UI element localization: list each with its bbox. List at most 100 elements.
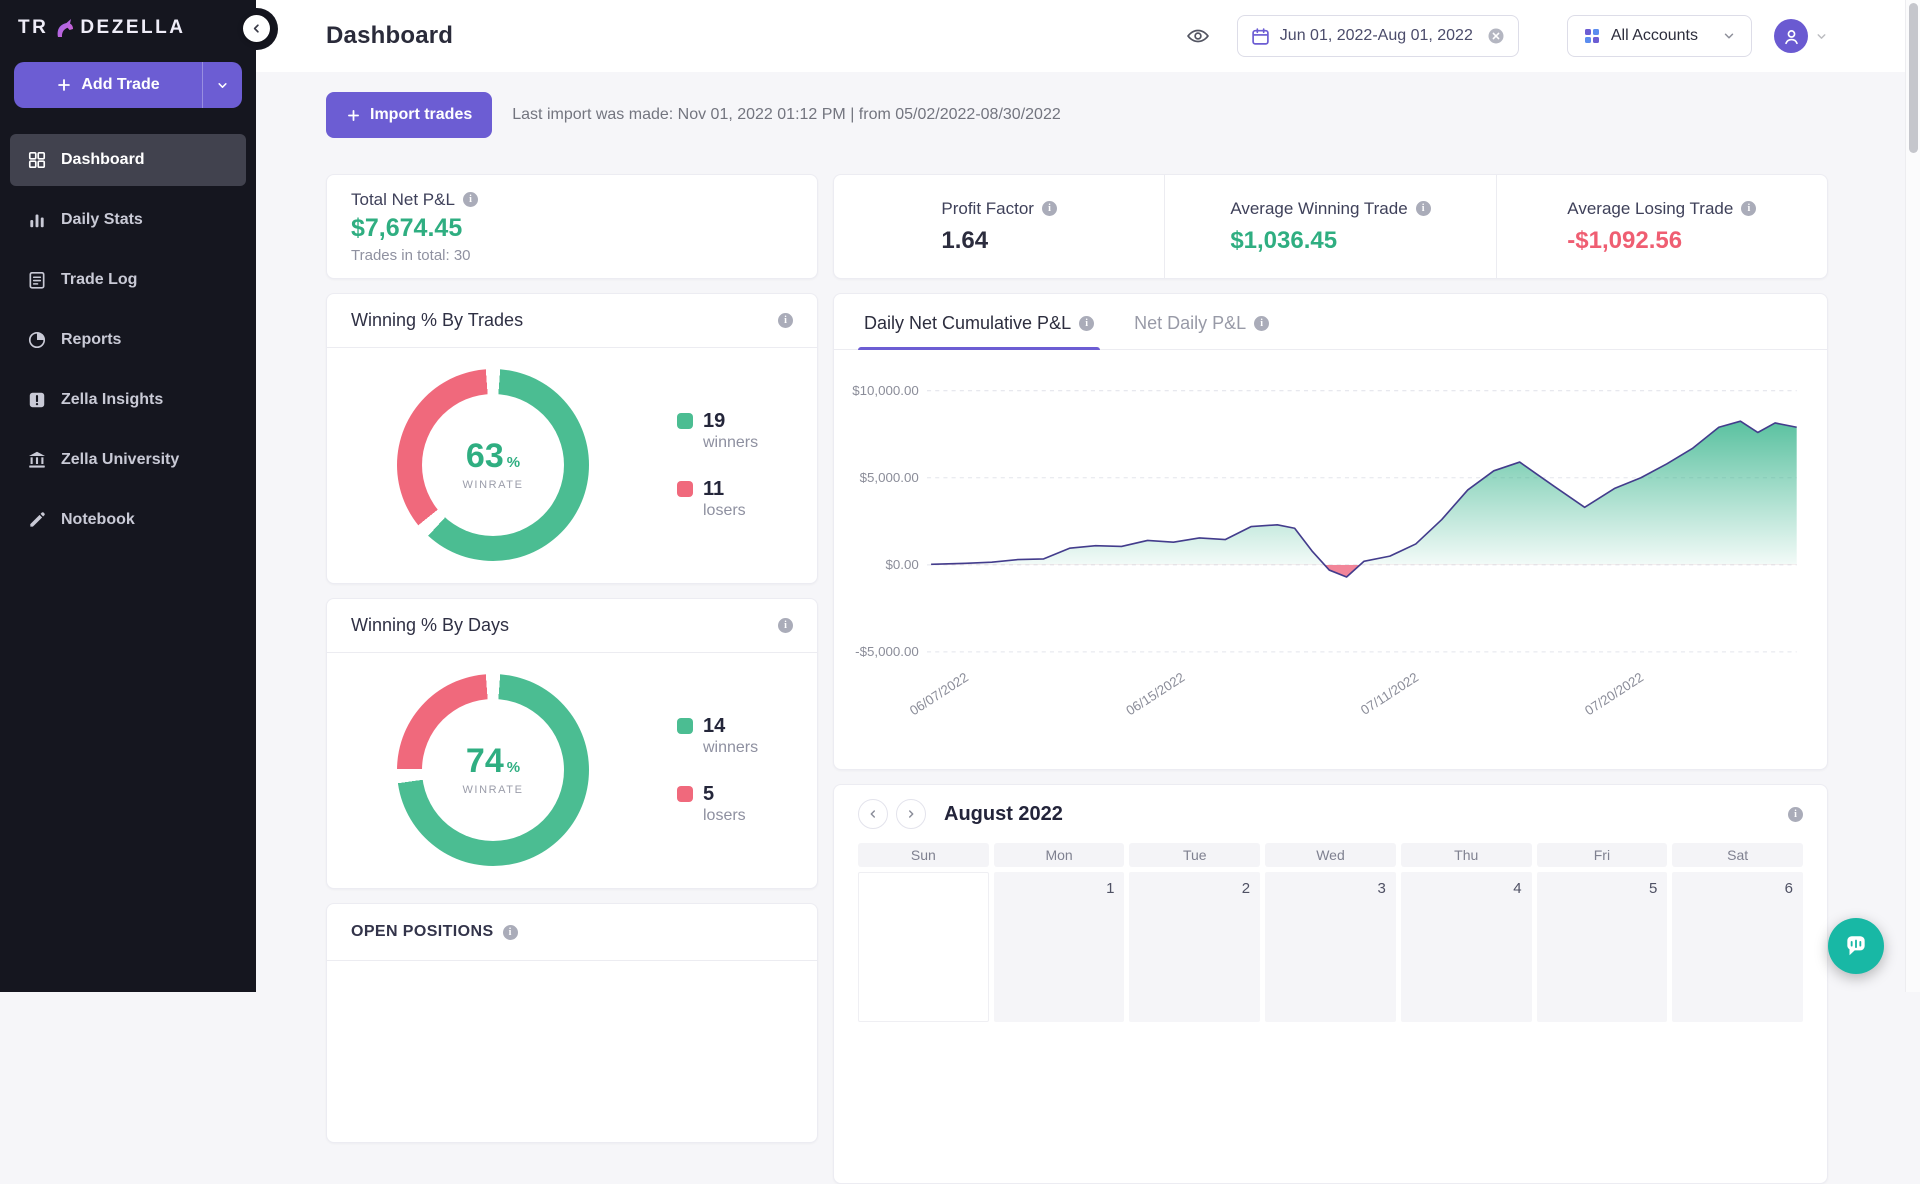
import-bar: Import trades Last import was made: Nov … — [326, 92, 1828, 138]
info-icon[interactable]: i — [1741, 201, 1756, 216]
add-trade-button[interactable]: Add Trade — [14, 62, 242, 108]
top-bar: Dashboard Jun 01, 2022-Aug 01, 2022 All … — [256, 0, 1920, 72]
calendar-card: August 2022 i Sun Mon Tue Wed Thu Fri Sa… — [833, 784, 1828, 1184]
avg-losing-trade-value: -$1,092.56 — [1567, 228, 1756, 254]
weekday-header: Thu — [1401, 843, 1532, 867]
info-icon[interactable]: i — [1079, 316, 1094, 331]
add-trade-dropdown-toggle[interactable] — [202, 62, 242, 108]
sidebar-item-zella-university[interactable]: Zella University — [10, 434, 246, 486]
card-title: Winning % By Trades — [351, 310, 523, 331]
logo-text-post: DEZELLA — [80, 17, 185, 39]
info-icon[interactable]: i — [1254, 316, 1269, 331]
winrate-label: WINRATE — [462, 784, 523, 796]
x-circle-icon — [1487, 27, 1505, 45]
donut-legend: 19 winners 11 losers — [677, 410, 758, 520]
area-chart-svg: $10,000.00$5,000.00$0.00-$5,000.0006/07/… — [844, 362, 1809, 733]
chevron-right-icon — [905, 808, 917, 820]
tab-net-daily-pnl[interactable]: Net Daily P&L i — [1128, 294, 1275, 349]
weekday-header: Mon — [994, 843, 1125, 867]
dashboard-grid-icon — [27, 150, 47, 170]
import-trades-button[interactable]: Import trades — [326, 92, 492, 138]
cumulative-pnl-area-chart: $10,000.00$5,000.00$0.00-$5,000.0006/07/… — [834, 350, 1827, 737]
accounts-selector[interactable]: All Accounts — [1567, 15, 1752, 57]
info-icon[interactable]: i — [1416, 201, 1431, 216]
calendar-day-cell[interactable]: 2 — [1129, 872, 1260, 1022]
sidebar-item-zella-insights[interactable]: Zella Insights — [10, 374, 246, 426]
pie-chart-icon — [27, 330, 47, 350]
sidebar-item-dashboard[interactable]: Dashboard — [10, 134, 246, 186]
date-range-picker[interactable]: Jun 01, 2022-Aug 01, 2022 — [1237, 15, 1519, 57]
legend-losers: 11 losers — [677, 478, 758, 520]
chevron-down-icon — [1815, 30, 1828, 43]
info-icon[interactable]: i — [503, 925, 518, 940]
total-net-pnl-value: $7,674.45 — [351, 214, 793, 243]
calendar-day-cell[interactable]: 4 — [1401, 872, 1532, 1022]
open-positions-card: OPEN POSITIONS i — [326, 903, 818, 1143]
user-menu[interactable] — [1774, 19, 1828, 53]
calendar-grid: Sun Mon Tue Wed Thu Fri Sat 1 2 3 4 5 6 — [834, 841, 1827, 1046]
avg-losing-trade-cell: Average Losing Tradei -$1,092.56 — [1497, 175, 1827, 278]
info-icon[interactable]: i — [778, 313, 793, 328]
winrate-by-trades-donut-chart: 63% WINRATE — [397, 369, 589, 561]
pencil-icon — [27, 510, 47, 530]
calendar-day-cell[interactable]: 1 — [994, 872, 1125, 1022]
calendar-day-cell[interactable] — [858, 872, 989, 1022]
info-icon[interactable]: i — [1788, 807, 1803, 822]
info-icon[interactable]: i — [778, 618, 793, 633]
svg-text:06/15/2022: 06/15/2022 — [1123, 669, 1187, 718]
sidebar-item-reports[interactable]: Reports — [10, 314, 246, 366]
chevron-down-icon — [1722, 29, 1736, 43]
svg-text:$0.00: $0.00 — [886, 557, 919, 572]
svg-text:07/11/2022: 07/11/2022 — [1358, 669, 1421, 717]
date-range-value: Jun 01, 2022-Aug 01, 2022 — [1280, 27, 1473, 45]
clear-date-button[interactable] — [1487, 27, 1505, 45]
weekday-header: Fri — [1537, 843, 1668, 867]
weekday-header: Tue — [1129, 843, 1260, 867]
weekday-header: Wed — [1265, 843, 1396, 867]
calendar-day-cell[interactable]: 6 — [1672, 872, 1803, 1022]
donut-legend: 14 winners 5 losers — [677, 715, 758, 825]
info-icon[interactable]: i — [463, 192, 478, 207]
logo-text-pre: TR — [18, 17, 48, 39]
accounts-grid-icon — [1583, 27, 1601, 45]
profit-factor-value: 1.64 — [941, 228, 1057, 254]
winrate-by-days-donut-chart: 74% WINRATE — [397, 674, 589, 866]
calendar-prev-button[interactable] — [858, 799, 888, 829]
legend-losers: 5 losers — [677, 783, 758, 825]
chevron-down-icon — [215, 78, 230, 93]
page-scrollbar[interactable] — [1905, 0, 1920, 992]
sidebar-item-trade-log[interactable]: Trade Log — [10, 254, 246, 306]
chevron-left-icon — [250, 22, 263, 35]
winning-by-days-card: Winning % By Days i 74% WINRATE — [326, 598, 818, 889]
chat-bubble-icon — [1843, 933, 1869, 959]
scrollbar-thumb[interactable] — [1909, 3, 1918, 153]
chat-widget-button[interactable] — [1828, 918, 1884, 974]
eye-icon — [1185, 25, 1211, 47]
winrate-label: WINRATE — [462, 479, 523, 491]
svg-text:06/07/2022: 06/07/2022 — [907, 669, 971, 718]
calendar-icon — [1251, 27, 1270, 46]
calendar-day-cell[interactable]: 3 — [1265, 872, 1396, 1022]
university-bank-icon — [27, 450, 47, 470]
svg-text:-$5,000.00: -$5,000.00 — [855, 644, 919, 659]
unicorn-logo-icon — [52, 16, 76, 40]
profit-factor-cell: Profit Factori 1.64 — [834, 175, 1164, 278]
chevron-left-icon — [867, 808, 879, 820]
open-positions-title: OPEN POSITIONS — [351, 923, 494, 941]
avg-winning-trade-cell: Average Winning Tradei $1,036.45 — [1165, 175, 1495, 278]
winning-by-trades-card: Winning % By Trades i 63% WINRATE — [326, 293, 818, 584]
calendar-next-button[interactable] — [896, 799, 926, 829]
weekday-header: Sat — [1672, 843, 1803, 867]
tradezella-logo: TR DEZELLA — [0, 0, 256, 52]
sidebar-item-daily-stats[interactable]: Daily Stats — [10, 194, 246, 246]
info-icon[interactable]: i — [1042, 201, 1057, 216]
losers-swatch — [677, 481, 693, 497]
tab-daily-net-cumulative-pnl[interactable]: Daily Net Cumulative P&L i — [858, 294, 1100, 349]
calendar-day-cell[interactable]: 5 — [1537, 872, 1668, 1022]
visibility-eye-button[interactable] — [1181, 21, 1215, 51]
sidebar-item-notebook[interactable]: Notebook — [10, 494, 246, 546]
sidebar-collapse-button[interactable] — [243, 15, 270, 42]
user-icon — [1782, 27, 1801, 46]
svg-text:07/20/2022: 07/20/2022 — [1582, 669, 1646, 718]
bar-chart-icon — [27, 210, 47, 230]
